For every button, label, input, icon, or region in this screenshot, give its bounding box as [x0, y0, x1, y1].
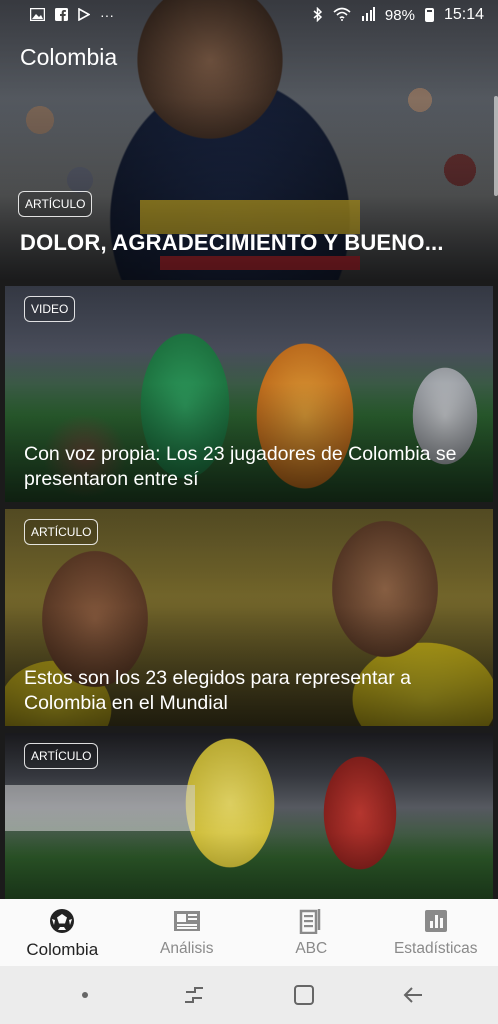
hero-badge: ARTÍCULO	[18, 191, 93, 217]
newspaper-icon	[173, 908, 201, 934]
page-title: Colombia	[20, 44, 118, 70]
nav-tab-label: Colombia	[26, 940, 99, 959]
gallery-icon	[29, 7, 46, 23]
nav-tab-analisis[interactable]: Análisis	[125, 899, 250, 966]
recent-apps-icon[interactable]	[174, 975, 214, 1015]
article-card[interactable]: ARTÍCULO	[5, 733, 493, 899]
system-navigation-bar	[0, 966, 498, 1024]
card-badge: ARTÍCULO	[24, 519, 99, 545]
card-badge: ARTÍCULO	[24, 743, 99, 769]
battery-percent: 98%	[384, 6, 415, 24]
card-title: Estos son los 23 elegidos para represent…	[24, 667, 411, 714]
article-card[interactable]: ARTÍCULO Estos son los 23 elegidos para …	[5, 509, 493, 726]
nav-tab-abc[interactable]: ABC	[249, 899, 374, 966]
clock: 15:14	[443, 6, 484, 23]
nav-tab-label: Análisis	[160, 940, 214, 957]
card-title: Con voz propia: Los 23 jugadores de Colo…	[24, 443, 457, 490]
nav-tab-label: Estadísticas	[393, 940, 478, 957]
nav-dot-icon[interactable]	[65, 975, 105, 1015]
nav-tab-estadisticas[interactable]: Estadísticas	[374, 899, 498, 966]
document-icon	[297, 908, 325, 934]
more-notifications-icon: ···	[100, 7, 114, 23]
scrollbar[interactable]	[494, 96, 498, 196]
app-screen: ARTÍCULO DOLOR, AGRADECIMIENTO Y BUENO..…	[0, 0, 498, 1024]
nav-tab-colombia[interactable]: Colombia	[0, 899, 125, 966]
signal-icon	[361, 7, 375, 23]
back-icon[interactable]	[393, 975, 433, 1015]
bluetooth-icon	[313, 6, 323, 24]
wifi-icon	[333, 7, 351, 23]
hero-article[interactable]: ARTÍCULO DOLOR, AGRADECIMIENTO Y BUENO..…	[0, 0, 498, 280]
home-icon[interactable]	[284, 975, 324, 1015]
soccer-ball-icon	[48, 908, 76, 934]
hero-title: DOLOR, AGRADECIMIENTO Y BUENO...	[20, 230, 444, 255]
card-badge: VIDEO	[24, 296, 76, 322]
play-store-icon	[78, 7, 91, 23]
article-card[interactable]: VIDEO Con voz propia: Los 23 jugadores d…	[5, 286, 493, 502]
bar-chart-icon	[422, 908, 450, 934]
bottom-navigation: Colombia Análisis ABC Estadísticas	[0, 899, 498, 966]
battery-icon	[424, 8, 434, 22]
nav-tab-label: ABC	[295, 940, 328, 957]
status-bar: ··· 98% 15:14	[0, 0, 498, 30]
facebook-icon	[55, 7, 68, 23]
